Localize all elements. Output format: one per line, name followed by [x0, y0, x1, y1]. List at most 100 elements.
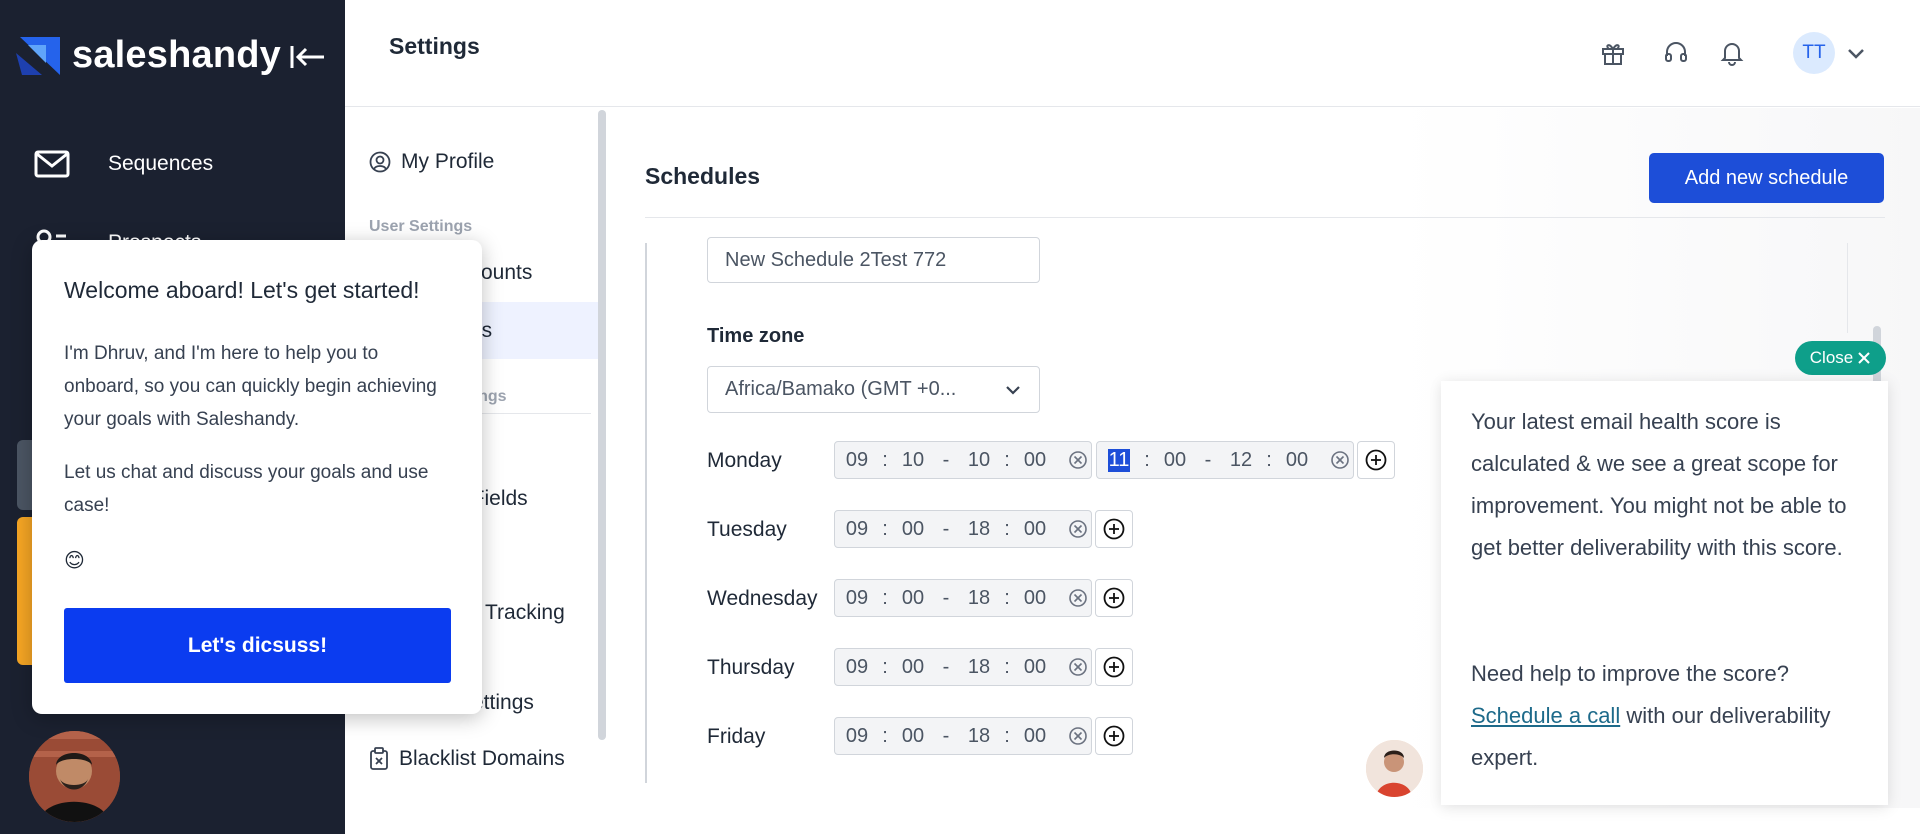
nav-item-sequences[interactable]: Sequences	[34, 149, 213, 179]
end-minute[interactable]: 00	[1013, 449, 1057, 472]
colon: :	[1266, 448, 1272, 471]
dash: -	[942, 724, 950, 747]
end-minute[interactable]: 00	[1013, 725, 1057, 748]
start-minute[interactable]: 00	[891, 656, 935, 679]
welcome-intro: I'm Dhruv, and I'm here to help you to o…	[64, 343, 437, 430]
colon: :	[882, 724, 888, 747]
start-hour[interactable]: 09	[835, 656, 879, 679]
menu-item-my-profile[interactable]: My Profile	[369, 150, 494, 174]
expert-avatar[interactable]	[1364, 738, 1425, 799]
colon: :	[1004, 448, 1010, 471]
clear-icon[interactable]	[1065, 585, 1091, 611]
clear-icon[interactable]	[1065, 654, 1091, 680]
schedule-call-link[interactable]: Schedule a call	[1471, 703, 1620, 728]
day-label: Wednesday	[707, 587, 818, 610]
colon: :	[882, 517, 888, 540]
start-minute[interactable]: 10	[891, 449, 935, 472]
time-slot[interactable]: 09:00-18:00	[834, 579, 1092, 617]
chevron-down-icon[interactable]	[1846, 43, 1866, 63]
nav-highlight-indicator	[17, 517, 33, 665]
clear-icon[interactable]	[1327, 447, 1353, 473]
section-title: Schedules	[645, 163, 761, 189]
start-minute[interactable]: 00	[1153, 449, 1197, 472]
agent-avatar[interactable]	[29, 731, 120, 822]
colon: :	[1004, 517, 1010, 540]
colon: :	[882, 448, 888, 471]
menu-heading-user-settings: User Settings	[369, 218, 473, 235]
end-minute[interactable]: 00	[1013, 518, 1057, 541]
panel-border	[645, 243, 647, 783]
section-divider	[645, 217, 1885, 218]
end-minute[interactable]: 00	[1275, 449, 1319, 472]
welcome-title: Welcome aboard! Let's get started!	[64, 277, 420, 303]
plus-circle-icon	[1365, 449, 1387, 471]
end-hour[interactable]: 18	[957, 725, 1001, 748]
plus-circle-icon	[1103, 587, 1125, 609]
clipboard-x-icon	[370, 747, 388, 770]
start-minute[interactable]: 00	[891, 518, 935, 541]
welcome-discuss: Let us chat and discuss your goals and u…	[64, 462, 429, 516]
end-minute[interactable]: 00	[1013, 587, 1057, 610]
plus-circle-icon	[1103, 518, 1125, 540]
add-slot-button[interactable]	[1095, 510, 1133, 548]
dash: -	[942, 586, 950, 609]
day-label: Thursday	[707, 656, 795, 679]
gift-icon[interactable]	[1600, 40, 1626, 66]
lets-discuss-button[interactable]: Let's dicsuss!	[64, 608, 451, 683]
end-hour[interactable]: 10	[957, 449, 1001, 472]
plus-circle-icon	[1103, 725, 1125, 747]
close-label: Close	[1809, 348, 1854, 367]
avatar[interactable]: TT	[1793, 32, 1835, 74]
start-hour[interactable]: 09	[835, 449, 879, 472]
health-message: Your latest email health score is calcul…	[1471, 409, 1847, 560]
time-slot[interactable]: 09:00-18:00	[834, 717, 1092, 755]
day-label: Monday	[707, 449, 782, 472]
start-hour[interactable]: 11	[1097, 448, 1141, 472]
menu-item-blacklist-domains[interactable]: Blacklist Domains	[369, 747, 565, 771]
time-slot[interactable]: 09:10-10:00	[834, 441, 1092, 479]
nav-label-sequences: Sequences	[108, 152, 214, 175]
start-hour[interactable]: 09	[835, 518, 879, 541]
close-icon	[1858, 352, 1870, 364]
brand[interactable]: saleshandy	[16, 34, 281, 77]
add-slot-button[interactable]	[1095, 579, 1133, 617]
menu-scrollbar[interactable]	[598, 110, 606, 740]
health-score-popup: Your latest email health score is calcul…	[1441, 381, 1888, 805]
schedule-name-input[interactable]: New Schedule 2Test 772	[707, 237, 1040, 283]
collapse-icon[interactable]	[288, 42, 328, 72]
colon: :	[1144, 448, 1150, 471]
end-hour[interactable]: 12	[1219, 449, 1263, 472]
chevron-down-icon	[1006, 385, 1020, 395]
nav-active-indicator	[17, 440, 33, 510]
end-minute[interactable]: 00	[1013, 656, 1057, 679]
add-slot-button[interactable]	[1095, 648, 1133, 686]
time-slot[interactable]: 11:00-12:00	[1096, 441, 1354, 479]
timezone-select[interactable]: Africa/Bamako (GMT +0...	[707, 366, 1040, 413]
end-hour[interactable]: 18	[957, 518, 1001, 541]
start-hour[interactable]: 09	[835, 725, 879, 748]
start-minute[interactable]: 00	[891, 587, 935, 610]
add-schedule-button[interactable]: Add new schedule	[1649, 153, 1884, 203]
add-slot-button[interactable]	[1095, 717, 1133, 755]
page-title: Settings	[389, 33, 480, 59]
mail-icon	[34, 150, 70, 178]
colon: :	[1004, 586, 1010, 609]
menu-item-tracking[interactable]: Tracking	[485, 601, 565, 625]
colon: :	[882, 655, 888, 678]
bell-icon[interactable]	[1719, 40, 1745, 66]
start-minute[interactable]: 00	[891, 725, 935, 748]
panel-border-right	[1847, 243, 1848, 333]
end-hour[interactable]: 18	[957, 656, 1001, 679]
clear-icon[interactable]	[1065, 447, 1091, 473]
clear-icon[interactable]	[1065, 723, 1091, 749]
close-button[interactable]: Close	[1795, 341, 1886, 375]
clear-icon[interactable]	[1065, 516, 1091, 542]
start-hour[interactable]: 09	[835, 587, 879, 610]
add-slot-button[interactable]	[1357, 441, 1395, 479]
time-slot[interactable]: 09:00-18:00	[834, 648, 1092, 686]
colon: :	[882, 586, 888, 609]
day-label: Friday	[707, 725, 766, 748]
headset-icon[interactable]	[1663, 40, 1689, 66]
time-slot[interactable]: 09:00-18:00	[834, 510, 1092, 548]
end-hour[interactable]: 18	[957, 587, 1001, 610]
